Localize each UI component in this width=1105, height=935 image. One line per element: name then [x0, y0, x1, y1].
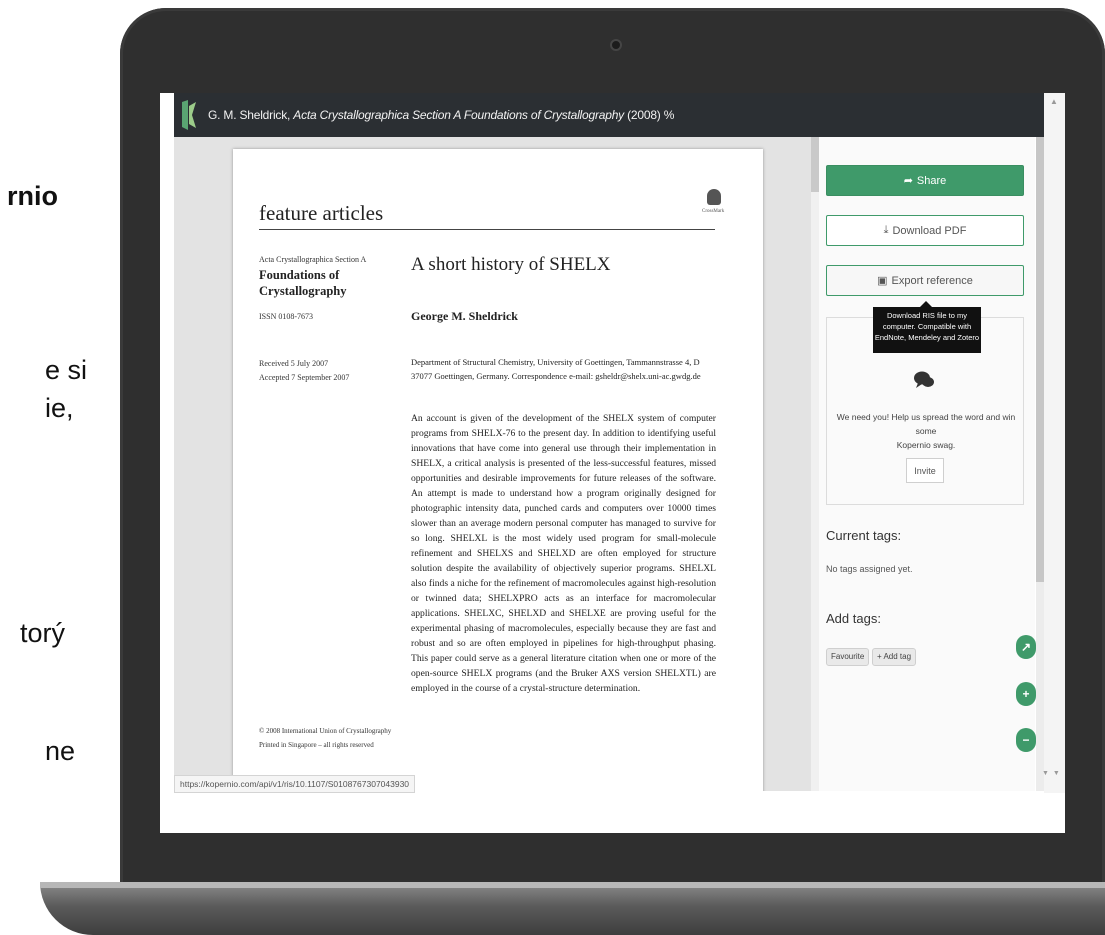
slide-text-fragment: torý: [20, 618, 66, 648]
copyright-notice: © 2008 International Union of Crystallog…: [259, 724, 391, 752]
accepted-date: Accepted 7 September 2007: [259, 373, 350, 382]
section-heading: feature articles: [259, 201, 384, 225]
crossmark-icon[interactable]: [707, 189, 721, 205]
kopernio-logo-icon: [182, 100, 196, 130]
tag-favourite[interactable]: Favourite: [826, 648, 870, 666]
citation-year: (2008): [623, 108, 661, 122]
laptop-base: [40, 882, 1105, 935]
pdf-page: feature articles CrossMark Acta Crystall…: [233, 149, 763, 791]
viewer-scrollbar-thumb[interactable]: [811, 137, 819, 192]
journal-name: Foundations of Crystallography: [259, 268, 347, 298]
article-title: A short history of SHELX: [411, 254, 611, 275]
current-tags-heading: Current tags:: [826, 528, 902, 543]
no-tags-message: No tags assigned yet.: [826, 564, 913, 574]
citation-author: G. M. Sheldrick,: [208, 108, 294, 122]
status-bar-url: https://kopernio.com/api/v1/ris/10.1107/…: [174, 775, 416, 793]
crossmark-caption: CrossMark: [702, 209, 725, 214]
issn: ISSN 0108-7673: [259, 312, 314, 321]
scroll-down-arrows-icon[interactable]: ▼▼: [1042, 770, 1064, 777]
export-label: Export reference: [891, 274, 973, 287]
author-affiliation: Department of Structural Chemistry, Univ…: [411, 357, 701, 381]
slide-text-fragment: ne: [45, 736, 76, 766]
webcam-icon: [610, 39, 622, 51]
invite-text-line: We need you! Help us spread the word and…: [836, 412, 1016, 436]
chat-bubbles-icon: [914, 371, 934, 388]
scroll-up-arrow-icon[interactable]: ▲: [1050, 97, 1058, 106]
download-icon: ⤓: [883, 224, 889, 236]
app-header: G. M. Sheldrick, Acta Crystallographica …: [174, 93, 1044, 137]
laptop-base-edge: [40, 882, 1105, 888]
export-reference-button[interactable]: ▣ Export reference: [826, 265, 1024, 296]
article-abstract: An account is given of the development o…: [411, 413, 716, 694]
window-scrollbar[interactable]: [1044, 93, 1065, 793]
sidebar-scrollbar-thumb[interactable]: [1036, 137, 1044, 582]
share-button[interactable]: ➦ Share: [826, 165, 1024, 196]
viewer-scrollbar[interactable]: [811, 137, 819, 791]
kopernio-sidebar: ➦ Share ⤓ Download PDF ▣ Export referenc…: [819, 137, 1036, 791]
expand-button[interactable]: ↗: [1016, 635, 1036, 659]
printed-line: Printed in Singapore – all rights reserv…: [259, 741, 374, 749]
zoom-in-button[interactable]: +: [1016, 682, 1036, 706]
add-tag-button[interactable]: + Add tag: [872, 648, 917, 666]
received-date: Received 5 July 2007: [259, 359, 329, 368]
zoom-out-button[interactable]: −: [1016, 728, 1036, 752]
laptop-screen: G. M. Sheldrick, Acta Crystallographica …: [160, 93, 1065, 833]
article-citation-title: G. M. Sheldrick, Acta Crystallographica …: [208, 108, 674, 122]
slide-text-fragment: e si: [45, 355, 88, 385]
share-icon: ➦: [903, 175, 913, 187]
copyright-line: © 2008 International Union of Crystallog…: [259, 727, 392, 735]
export-tooltip: Download RIS file to my computer. Compat…: [873, 307, 981, 353]
export-icon: ▣: [877, 275, 888, 287]
download-pdf-button[interactable]: ⤓ Download PDF: [826, 215, 1024, 246]
pdf-viewer[interactable]: feature articles CrossMark Acta Crystall…: [174, 137, 811, 791]
invite-button[interactable]: Invite: [906, 458, 944, 483]
invite-message: We need you! Help us spread the word and…: [831, 410, 1021, 452]
journal-series: Acta Crystallographica Section A: [259, 255, 367, 264]
slide-text-fragment: ie,: [45, 393, 74, 423]
link-icon[interactable]: %: [661, 108, 675, 122]
invite-brand: Kopernio swag.: [896, 440, 956, 450]
citation-journal: Acta Crystallographica Section A Foundat…: [293, 108, 624, 122]
article-author: George M. Sheldrick: [411, 309, 518, 323]
share-label: Share: [916, 174, 947, 187]
add-tags-heading: Add tags:: [826, 611, 881, 626]
download-label: Download PDF: [892, 224, 967, 237]
heading-rule: [259, 229, 715, 230]
slide-text-fragment: rnio: [7, 181, 58, 211]
